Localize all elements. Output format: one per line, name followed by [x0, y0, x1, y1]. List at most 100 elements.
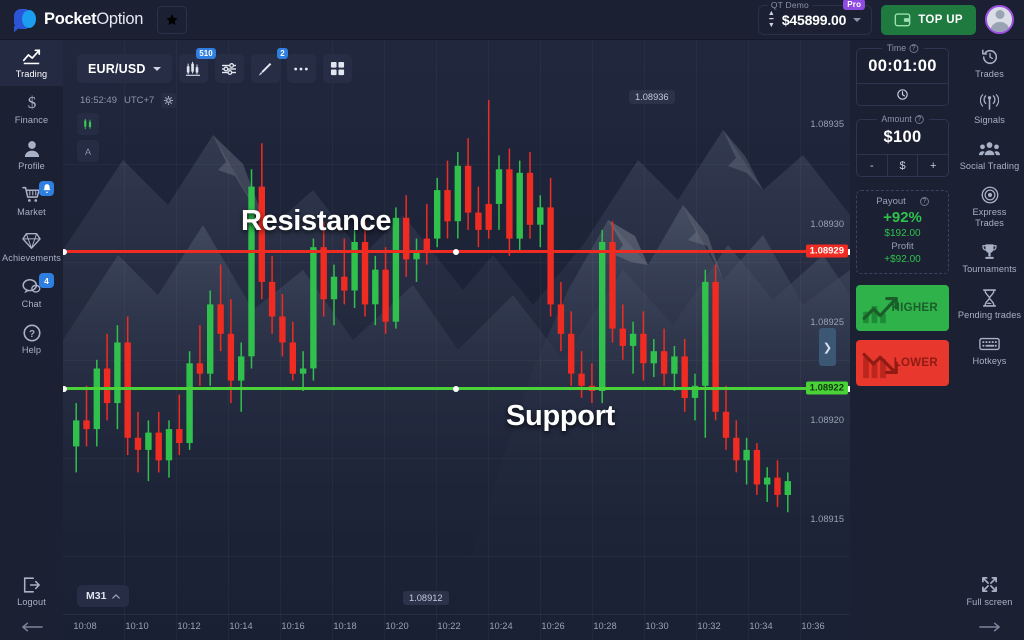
amount-increase-button[interactable]: +: [917, 155, 948, 176]
top-bar: PocketOption QT Demo Pro ▲━▼ $45899.00: [0, 0, 1024, 40]
text-tool-button[interactable]: A: [77, 140, 99, 162]
sidebar-item-trades[interactable]: Trades: [955, 40, 1024, 86]
sidebar-item-hotkeys[interactable]: Hotkeys: [955, 327, 1024, 373]
support-label: Support: [506, 400, 616, 432]
chart-settings-button[interactable]: [161, 93, 177, 108]
time-tick: 10:30: [645, 621, 669, 631]
amount-field[interactable]: Amount ? $100 - $ +: [856, 114, 949, 177]
brand-logo[interactable]: PocketOption: [14, 8, 143, 31]
sidebar-item-social-trading[interactable]: Social Trading: [955, 132, 1024, 178]
arrow-left-icon: [21, 622, 43, 632]
amount-legend-label: Amount: [881, 114, 912, 124]
sidebar-item-pending-trades[interactable]: Pending trades: [955, 281, 1024, 327]
brand-name: PocketOption: [44, 10, 143, 29]
sidebar-label: Trading: [15, 69, 48, 79]
chevron-up-icon: [112, 593, 121, 599]
sidebar-item-trading[interactable]: Trading: [0, 40, 63, 86]
sidebar-label: Social Trading: [959, 161, 1020, 171]
right-sidebar-bottom-group: Full screen: [955, 568, 1024, 632]
amount-legend: Amount ?: [876, 114, 929, 124]
payout-percent: +92%: [883, 209, 922, 226]
user-avatar[interactable]: [985, 5, 1014, 34]
asset-selector[interactable]: EUR/USD: [77, 54, 172, 83]
sidebar-item-express-trades[interactable]: Express Trades: [955, 178, 1024, 235]
sidebar-label: Help: [21, 345, 42, 355]
trade-panel: Time ? 00:01:00 Amount ? $100 - $ + Payo…: [850, 40, 955, 640]
right-sidebar: Trades Signals Social Trading Express Tr…: [955, 40, 1024, 640]
sidebar-label: Tournaments: [962, 264, 1017, 274]
sidebar-label: Express Trades: [972, 207, 1007, 228]
high-price-marker: 1.08936: [629, 90, 675, 104]
sidebar-item-profile[interactable]: Profile: [0, 132, 63, 178]
sidebar-item-help[interactable]: ? Help: [0, 316, 63, 362]
clock-timezone: UTC+7: [123, 95, 155, 106]
balance-amount: $45899.00: [781, 11, 847, 28]
sidebar-label: Achievements: [2, 253, 61, 263]
chart-type-button[interactable]: 510: [178, 48, 216, 83]
candlestick-tool-button[interactable]: [77, 113, 99, 135]
chart-type-icon: [186, 61, 201, 76]
resistance-line[interactable]: [63, 248, 850, 255]
chart-toolbar: EUR/USD 510 2: [77, 48, 352, 83]
time-tick: 10:20: [385, 621, 409, 631]
low-price-marker: 1.08912: [403, 591, 449, 605]
sidebar-item-achievements[interactable]: Achievements: [0, 224, 63, 270]
timeframe-selector[interactable]: M31: [77, 585, 130, 607]
time-field[interactable]: Time ? 00:01:00: [856, 43, 949, 106]
sidebar-item-finance[interactable]: $ Finance: [0, 86, 63, 132]
more-options-button[interactable]: [286, 54, 316, 83]
question-icon[interactable]: ?: [919, 197, 929, 206]
time-tick: 10:14: [229, 621, 253, 631]
favorites-button[interactable]: [157, 5, 188, 34]
question-icon: ?: [22, 323, 41, 342]
account-balance-selector[interactable]: QT Demo Pro ▲ ━ ▼ $45899.00: [757, 0, 873, 35]
chat-unread-badge: 4: [39, 273, 54, 288]
amount-currency-button[interactable]: $: [886, 155, 918, 176]
question-icon[interactable]: ?: [909, 43, 919, 53]
indicators-icon: [222, 62, 237, 75]
sidebar-item-tournaments[interactable]: Tournaments: [955, 235, 1024, 281]
trend-down-icon: [862, 352, 898, 379]
logout-button[interactable]: Logout: [0, 568, 63, 614]
support-line[interactable]: [63, 385, 850, 392]
time-axis[interactable]: 10:08 10:10 10:12 10:14 10:16 10:18 10:2…: [63, 614, 850, 640]
sidebar-bottom-group: Logout: [0, 568, 63, 632]
resistance-handle-mid[interactable]: [453, 248, 459, 255]
chart-area[interactable]: Resistance Support 1.08936 1.08912 EUR/U…: [63, 40, 850, 640]
arrow-right-icon: [978, 622, 1000, 632]
server-clock: 16:52:49 UTC+7: [80, 93, 177, 108]
collapse-right-sidebar-button[interactable]: [955, 622, 1024, 632]
higher-button[interactable]: HIGHER: [856, 285, 949, 331]
lower-button[interactable]: LOWER: [856, 340, 949, 386]
profit-label: Profit: [891, 241, 914, 252]
more-options-icon: [294, 67, 308, 70]
expand-icon: [981, 575, 998, 594]
sidebar-item-market[interactable]: Market: [0, 178, 63, 224]
time-tick: 10:32: [697, 621, 721, 631]
svg-text:?: ?: [28, 329, 34, 340]
sidebar-item-signals[interactable]: Signals: [955, 86, 1024, 132]
amount-decrease-button[interactable]: -: [857, 155, 887, 176]
time-tick: 10:08: [73, 621, 97, 631]
layout-grid-button[interactable]: [322, 54, 352, 83]
antenna-icon: [980, 93, 999, 112]
brand-name-bold: Pocket: [44, 10, 97, 28]
sidebar-label: Hotkeys: [972, 356, 1007, 366]
drawing-tool-button[interactable]: 2: [250, 48, 288, 83]
top-up-button[interactable]: TOP UP: [881, 4, 976, 35]
indicators-button[interactable]: [214, 54, 244, 83]
fullscreen-button[interactable]: Full screen: [955, 568, 1024, 614]
price-tick: 1.08925: [810, 317, 844, 327]
time-tick: 10:26: [541, 621, 565, 631]
collapse-left-sidebar-button[interactable]: [0, 622, 63, 632]
chart-type-badge: 510: [196, 48, 216, 59]
star-icon: [166, 13, 178, 25]
support-price-pill: 1.08922: [805, 381, 848, 395]
time-mode-button[interactable]: [857, 84, 948, 105]
sidebar-item-chat[interactable]: 4 Chat: [0, 270, 63, 316]
user-icon: [24, 139, 40, 158]
support-handle-mid[interactable]: [453, 385, 459, 392]
sidebar-label: Pending trades: [957, 310, 1022, 320]
expand-panel-button[interactable]: ❯: [819, 328, 836, 366]
question-icon[interactable]: ?: [914, 114, 924, 124]
